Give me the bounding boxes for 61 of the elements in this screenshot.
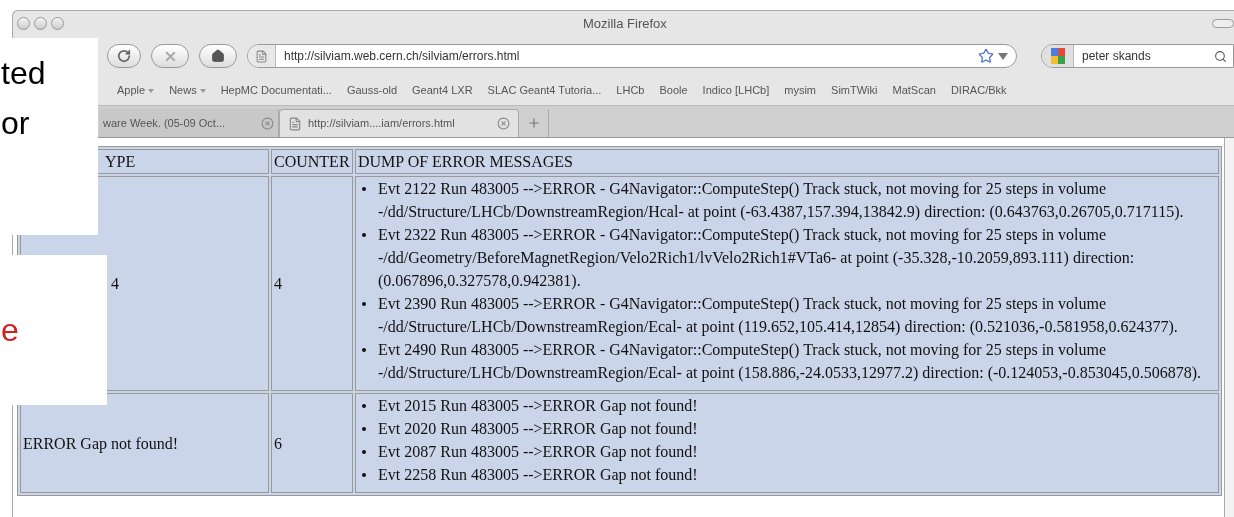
- dropdown-caret-icon: [998, 52, 1008, 60]
- url-field[interactable]: http://silviam.web.cern.ch/silviam/errors.html: [247, 44, 1017, 68]
- message-text: Evt 2087 Run 483005 -->ERROR Gap not found!: [378, 442, 698, 463]
- bookmark-item[interactable]: SimTWiki: [831, 82, 878, 99]
- search-engine-icon[interactable]: [1042, 45, 1074, 67]
- reload-icon: [117, 49, 131, 63]
- bookmark-item[interactable]: MatScan: [892, 82, 936, 99]
- table-cell: 6: [271, 393, 353, 493]
- close-tab-icon[interactable]: [261, 116, 274, 130]
- bookmark-item[interactable]: News: [169, 82, 206, 99]
- bookmark-star-icon: [978, 48, 994, 64]
- slide-text: or: [1, 104, 31, 143]
- bullet-icon: [362, 302, 366, 306]
- home-icon: [211, 49, 225, 63]
- slide-text: ted: [1, 54, 47, 93]
- bullet-icon: [362, 404, 366, 408]
- reload-button[interactable]: [107, 44, 141, 68]
- bullet-icon: [362, 450, 366, 454]
- close-tab-icon[interactable]: [497, 117, 510, 130]
- url-text: http://silviam.web.cern.ch/silviam/errors.html: [284, 48, 521, 65]
- table-cell: 4: [271, 176, 353, 391]
- window-title: Mozilla Firefox: [583, 14, 667, 33]
- bullet-icon: [362, 187, 366, 191]
- bookmark-item[interactable]: SLAC Geant4 Tutoria...: [487, 82, 602, 99]
- message-text: Evt 2258 Run 483005 -->ERROR Gap not found!: [378, 465, 698, 486]
- bookmark-item[interactable]: Indico [LHCb]: [702, 82, 770, 99]
- bookmark-item[interactable]: LHCb: [616, 82, 645, 99]
- scrollbar[interactable]: [1224, 138, 1234, 517]
- message-text: Evt 2390 Run 483005 -->ERROR - G4Navigator::ComputeStep() Track stuck, not moving for 25 steps in volume -/dd/Structure/LHCb/DownstreamRegion/Ecal- at point (119.652,105.414,12854) direction: (0.521036,-0.581958,0.624377).: [378, 294, 1179, 338]
- bookmark-item[interactable]: Geant4 LXR: [412, 82, 473, 99]
- home-button[interactable]: [199, 44, 237, 68]
- bookmark-item[interactable]: DIRAC/Bkk: [950, 82, 1007, 99]
- search-icon: [1214, 49, 1227, 63]
- bookmark-item[interactable]: mysim: [784, 82, 817, 99]
- bookmark-item[interactable]: HepMC Documentati...: [220, 82, 332, 99]
- page-icon: [248, 45, 276, 67]
- stop-button[interactable]: [151, 44, 189, 68]
- plus-icon: [526, 116, 541, 130]
- slide-text: e: [1, 311, 20, 350]
- message-text: Evt 2020 Run 483005 -->ERROR Gap not found!: [378, 419, 698, 440]
- window-control-icon[interactable]: [51, 17, 64, 30]
- bullet-icon: [362, 233, 366, 237]
- window-control-icon[interactable]: [34, 17, 47, 30]
- toolbar-toggle-icon[interactable]: [1212, 19, 1234, 28]
- message-text: Evt 2015 Run 483005 -->ERROR Gap not found!: [378, 396, 698, 417]
- message-text: Evt 2322 Run 483005 -->ERROR - G4Navigator::ComputeStep() Track stuck, not moving for 25 steps in volume -/dd/Geometry/BeforeMagnetRegion/Velo2Rich1/lvVelo2Rich1#VTa6- at point (-35.328,-10.2059,893.111) direction: (0.067896,0.327578,0.942381).: [378, 225, 1136, 292]
- bookmark-item[interactable]: Gauss-old: [346, 82, 398, 99]
- search-text: peter skands: [1082, 48, 1152, 65]
- message-text: Evt 2122 Run 483005 -->ERROR - G4Navigator::ComputeStep() Track stuck, not moving for 25 steps in volume -/dd/Structure/LHCb/DownstreamRegion/Hcal- at point (-63.4387,157.394,13842.9) direction: (0.643763,0.26705,0.717115).: [378, 179, 1185, 223]
- search-field[interactable]: peter skands: [1041, 44, 1234, 68]
- column-header: COUNTER: [271, 149, 353, 174]
- window-control-icon[interactable]: [17, 17, 30, 30]
- bullet-icon: [362, 473, 366, 477]
- bullet-icon: [362, 348, 366, 352]
- browser-tab[interactable]: ware Week. (05-09 Oct...: [99, 109, 279, 137]
- message-text: Evt 2490 Run 483005 -->ERROR - G4Navigator::ComputeStep() Track stuck, not moving for 25 steps in volume -/dd/Structure/LHCb/DownstreamRegion/Ecal- at point (158.886,-24.0533,12977.2) direction: (-0.124053,-0.853045,0.506878).: [378, 340, 1202, 384]
- bookmark-item[interactable]: Boole: [659, 82, 688, 99]
- column-header: DUMP OF ERROR MESSAGES: [355, 149, 1219, 174]
- bullet-icon: [362, 427, 366, 431]
- bookmark-item[interactable]: Apple: [117, 82, 155, 99]
- browser-tab[interactable]: http://silviam....iam/errors.html: [279, 109, 519, 137]
